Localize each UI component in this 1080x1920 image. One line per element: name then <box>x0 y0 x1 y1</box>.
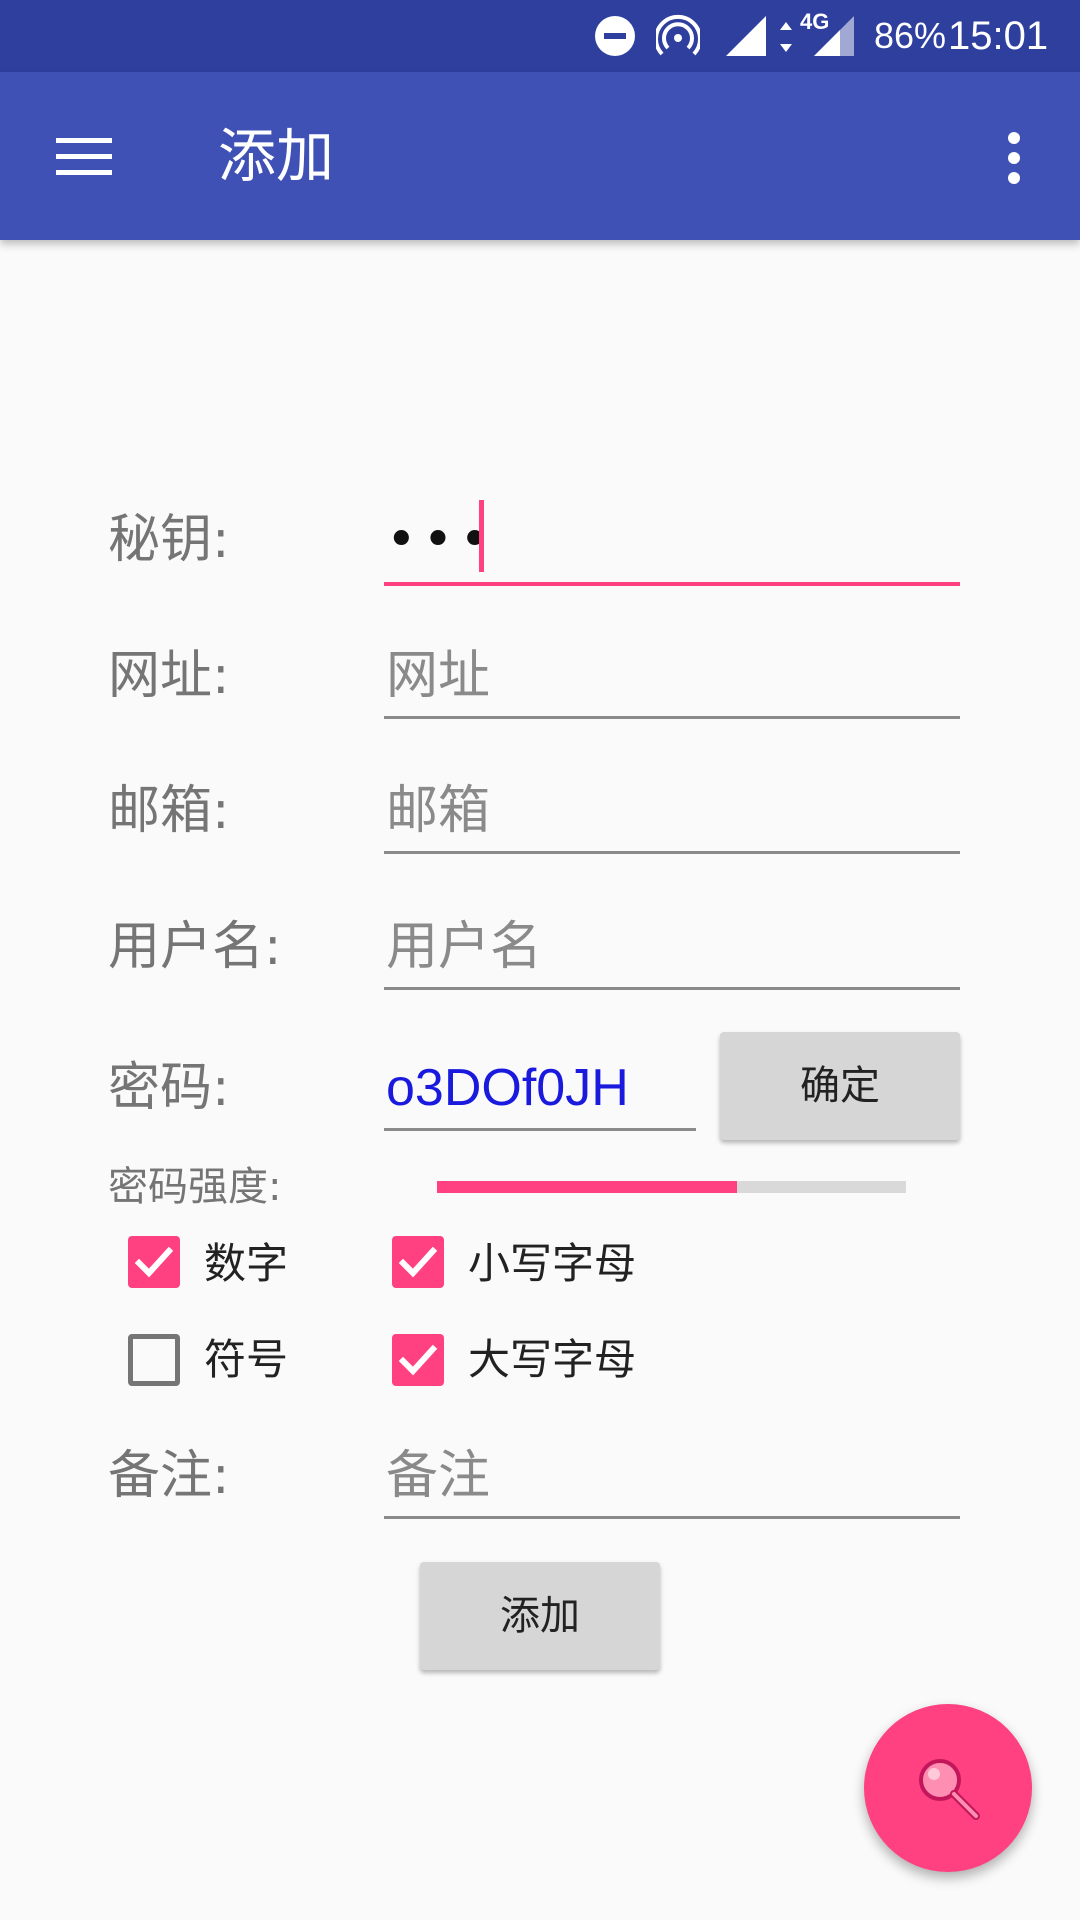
checkbox-uppercase-label: 大写字母 <box>468 1335 637 1384</box>
check-icon <box>134 1246 174 1278</box>
strength-label: 密码强度: <box>108 1164 282 1210</box>
search-fab-button[interactable] <box>864 1704 1032 1872</box>
check-icon <box>398 1344 438 1376</box>
note-placeholder: 备注 <box>386 1446 491 1506</box>
dnd-icon <box>595 16 635 56</box>
url-placeholder: 网址 <box>386 646 491 706</box>
confirm-button[interactable]: 确定 <box>720 1032 960 1140</box>
password-label: 密码: <box>108 1058 230 1118</box>
url-input[interactable]: 网址 <box>384 646 960 719</box>
checkbox-symbols-label: 符号 <box>204 1335 289 1384</box>
strength-bar <box>437 1181 906 1193</box>
hamburger-menu-icon[interactable] <box>56 134 112 178</box>
text-cursor <box>479 500 484 572</box>
password-input[interactable]: o3DOf0JH <box>384 1058 696 1131</box>
email-input[interactable]: 邮箱 <box>384 781 960 854</box>
check-icon <box>398 1246 438 1278</box>
more-vert-icon[interactable] <box>1000 130 1028 186</box>
add-button[interactable]: 添加 <box>420 1562 660 1670</box>
email-placeholder: 邮箱 <box>386 781 491 841</box>
app-bar: 添加 <box>0 72 1080 240</box>
note-label: 备注: <box>108 1446 230 1506</box>
checkbox-uppercase[interactable] <box>392 1334 444 1386</box>
url-label: 网址: <box>108 646 230 706</box>
password-value: o3DOf0JH <box>386 1059 629 1117</box>
signal-4g-icon <box>814 16 854 56</box>
data-arrows-icon <box>780 22 792 52</box>
secret-label: 秘钥: <box>108 510 230 570</box>
checkbox-digits-label: 数字 <box>204 1239 289 1288</box>
hotspot-icon <box>656 14 700 56</box>
checkbox-lowercase-label: 小写字母 <box>468 1239 637 1288</box>
username-label: 用户名: <box>108 917 282 977</box>
checkbox-lowercase[interactable] <box>392 1236 444 1288</box>
username-placeholder: 用户名 <box>386 917 543 977</box>
secret-input[interactable]: ••• <box>384 500 960 586</box>
search-icon <box>919 1759 980 1820</box>
page-title: 添加 <box>218 122 335 190</box>
strength-bar-fill <box>437 1181 738 1193</box>
checkbox-digits[interactable] <box>128 1236 180 1288</box>
checkbox-symbols[interactable] <box>128 1334 180 1386</box>
clock: 15:01 <box>948 14 1049 58</box>
battery-percent: 86% <box>874 15 947 56</box>
signal-icon <box>726 16 766 56</box>
email-label: 邮箱: <box>108 781 230 841</box>
username-input[interactable]: 用户名 <box>384 917 960 990</box>
note-input[interactable]: 备注 <box>384 1446 960 1519</box>
status-bar: 4G 86% 15:01 <box>0 0 1080 72</box>
